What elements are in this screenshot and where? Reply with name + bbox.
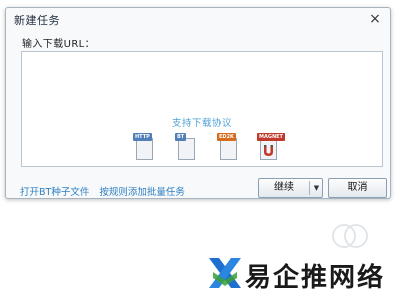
faint-logo-icon	[330, 222, 370, 253]
dialog-links: 打开BT种子文件 按规则添加批量任务	[20, 184, 192, 198]
url-input[interactable]: 支持下载协议 HTTP BT ED2K MAGNET	[21, 51, 383, 167]
ed2k-document-icon: ED2K	[217, 133, 243, 163]
dialog-title: 新建任务	[14, 14, 60, 27]
document-shape	[136, 138, 153, 160]
chevron-down-icon[interactable]: ▼	[310, 179, 323, 197]
cancel-label: 取消	[347, 182, 368, 193]
magnet-tag: MAGNET	[257, 133, 285, 141]
watermark: 易企推网络	[207, 253, 397, 293]
new-task-dialog: 新建任务 × 输入下载URL： 支持下载协议 HTTP BT ED2K MAGN…	[5, 7, 391, 199]
cancel-button[interactable]: 取消	[328, 178, 387, 198]
magnet-icon: MAGNET	[257, 133, 285, 163]
continue-label: 继续	[274, 182, 294, 193]
watermark-logo-icon	[209, 258, 241, 288]
document-shape	[220, 138, 237, 160]
ed2k-tag: ED2K	[217, 133, 236, 141]
document-shape	[260, 138, 277, 160]
close-button[interactable]: ×	[366, 10, 384, 28]
protocol-icons: HTTP BT ED2K MAGNET	[133, 133, 285, 163]
bt-tag: BT	[175, 133, 187, 141]
watermark-text: 易企推网络	[245, 263, 386, 293]
continue-button[interactable]: 继续 ▼	[258, 178, 323, 198]
http-tag: HTTP	[133, 133, 152, 141]
magnet-shape	[264, 145, 273, 156]
supported-protocols-label: 支持下载协议	[171, 118, 232, 129]
url-input-label: 输入下载URL：	[22, 39, 96, 50]
page: 新建任务 × 输入下载URL： 支持下载协议 HTTP BT ED2K MAGN…	[0, 0, 400, 300]
open-bt-file-link[interactable]: 打开BT种子文件	[20, 187, 89, 198]
bt-document-icon: BT	[175, 133, 201, 163]
faint-logo-shape	[332, 224, 368, 248]
close-icon: ×	[369, 11, 381, 27]
batch-add-tasks-link[interactable]: 按规则添加批量任务	[99, 187, 185, 198]
document-shape	[178, 138, 195, 160]
dialog-titlebar: 新建任务 ×	[6, 8, 390, 30]
http-document-icon: HTTP	[133, 133, 159, 163]
